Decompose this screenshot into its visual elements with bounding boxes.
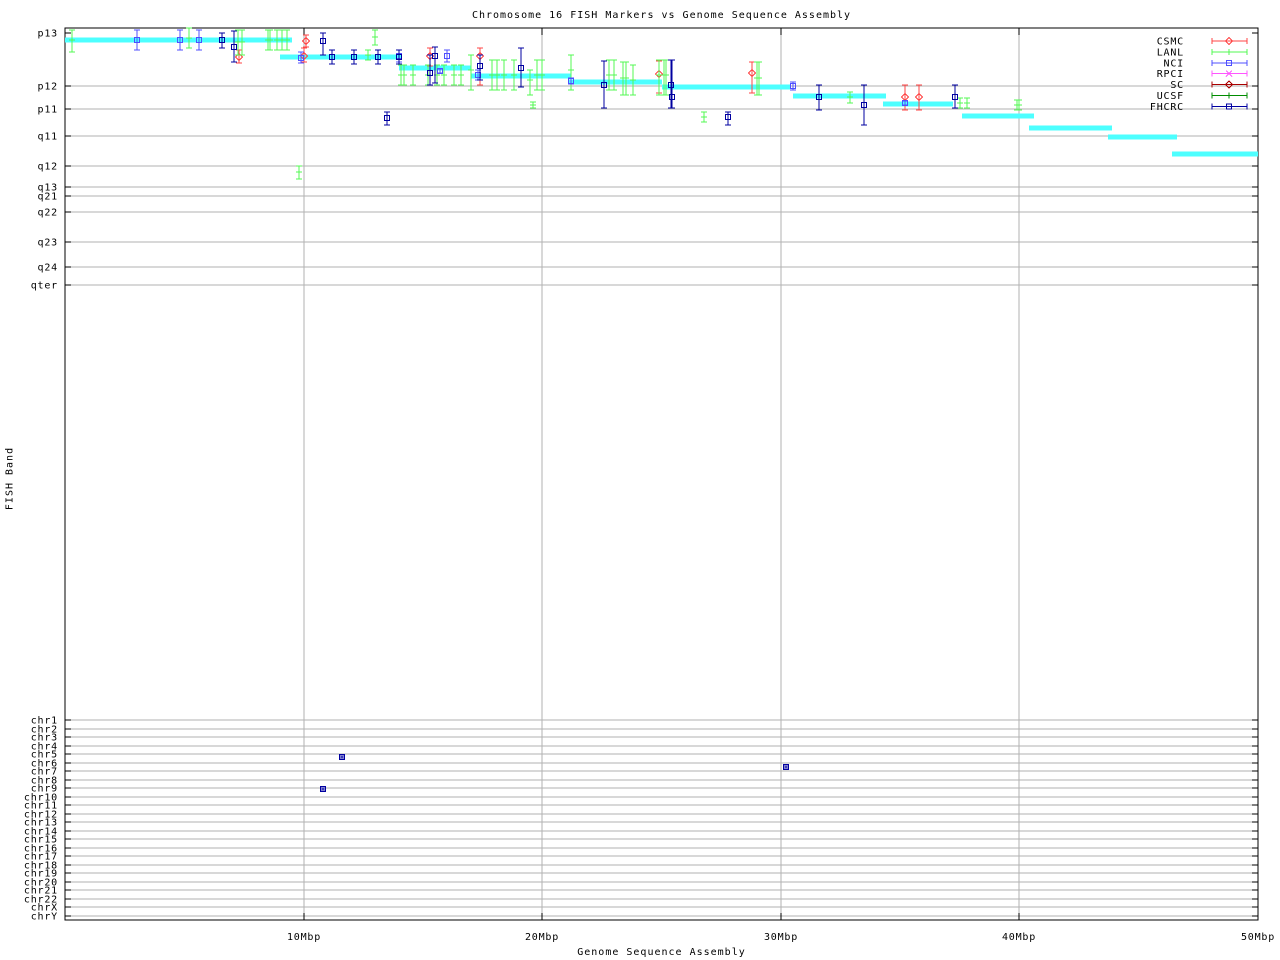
svg-text:qter: qter — [31, 281, 58, 292]
legend-entry-FHCRC: FHCRC — [1150, 102, 1248, 113]
legend-entry-UCSF: UCSF — [1157, 91, 1248, 102]
svg-text:SC: SC — [1170, 80, 1184, 91]
svg-text:40Mbp: 40Mbp — [1002, 932, 1036, 943]
svg-text:q12: q12 — [38, 162, 58, 173]
svg-text:LANL: LANL — [1157, 47, 1184, 58]
svg-text:q23: q23 — [38, 238, 58, 249]
svg-text:q24: q24 — [38, 263, 58, 274]
svg-text:q22: q22 — [38, 208, 58, 219]
svg-text:CSMC: CSMC — [1157, 37, 1184, 48]
fish-marker-chart: 10Mbp 20Mbp 30Mbp 40Mbp 50Mbp p13 p12 p11 q11 q12… — [24, 27, 1275, 943]
svg-text:q11: q11 — [38, 132, 58, 143]
svg-text:p12: p12 — [38, 82, 58, 93]
series-FHCRC — [219, 30, 958, 792]
svg-text:50Mbp: 50Mbp — [1241, 932, 1275, 943]
svg-text:p11: p11 — [38, 105, 58, 116]
svg-text:20Mbp: 20Mbp — [525, 932, 559, 943]
x-axis-label: Genome Sequence Assembly — [577, 947, 746, 958]
legend-entry-RPCI: RPCI — [1157, 69, 1248, 80]
svg-text:NCI: NCI — [1164, 58, 1184, 69]
chart-title: Chromosome 16 FISH Markers vs Genome Seq… — [471, 10, 852, 21]
assembly-track — [65, 37, 1258, 157]
svg-text:30Mbp: 30Mbp — [764, 932, 798, 943]
series-LANL — [69, 27, 1022, 180]
legend-entry-CSMC: CSMC — [1157, 37, 1248, 48]
svg-text:10Mbp: 10Mbp — [287, 932, 321, 943]
legend: CSMCLANLNCIRPCISCUCSFFHCRC — [1150, 37, 1248, 113]
grid-layer — [65, 28, 1258, 920]
svg-text:UCSF: UCSF — [1157, 91, 1184, 102]
y-axis-label: FISH Band — [4, 446, 16, 511]
legend-entry-LANL: LANL — [1157, 47, 1248, 58]
axes-layer — [64, 27, 1259, 921]
svg-text:FHCRC: FHCRC — [1150, 102, 1184, 113]
legend-entry-NCI: NCI — [1164, 58, 1248, 69]
svg-text:p13: p13 — [38, 29, 58, 40]
svg-text:chrY: chrY — [31, 912, 58, 923]
svg-text:RPCI: RPCI — [1157, 69, 1184, 80]
svg-text:q21: q21 — [38, 192, 58, 203]
